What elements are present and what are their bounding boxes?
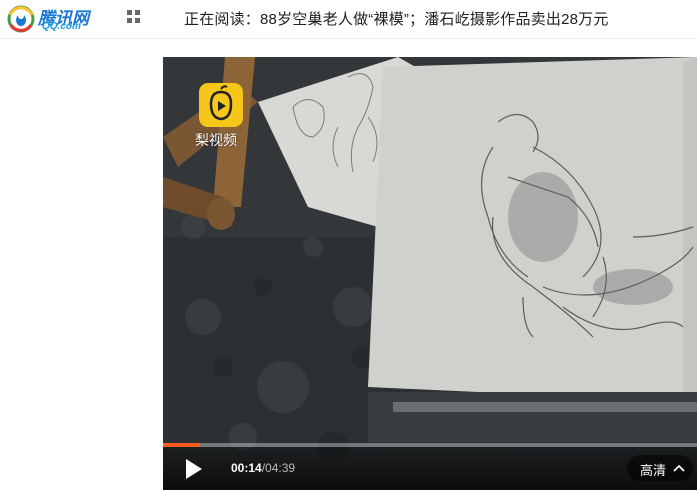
article-title: 88岁空巢老人做“裸模”；潘石屹摄影作品卖出28万元	[260, 11, 609, 28]
pear-play-icon	[209, 85, 233, 121]
quality-selector[interactable]: 高清	[627, 455, 693, 481]
time-display: 00:14/04:39	[231, 461, 295, 475]
watermark-badge	[199, 83, 243, 127]
chevron-up-icon	[673, 464, 685, 472]
video-player[interactable]: 梨视频 00:14/04:39 高清	[163, 57, 697, 490]
duration: 04:39	[265, 461, 296, 475]
qq-logo-icon	[7, 5, 35, 33]
grid-icon[interactable]	[127, 10, 141, 24]
control-bar: 00:14/04:39 高清	[163, 447, 697, 490]
logo-subtext: QQ.com	[42, 21, 81, 32]
quality-label: 高清	[640, 463, 667, 478]
top-bar: 腾讯网 QQ.com 正在阅读：88岁空巢老人做“裸模”；潘石屹摄影作品卖出28…	[0, 0, 697, 39]
now-reading[interactable]: 正在阅读：88岁空巢老人做“裸模”；潘石屹摄影作品卖出28万元	[184, 8, 609, 29]
current-time: 00:14	[231, 461, 262, 475]
pear-video-watermark: 梨视频	[195, 83, 255, 153]
watermark-text: 梨视频	[195, 132, 237, 148]
now-reading-label: 正在阅读：	[184, 11, 261, 28]
play-icon[interactable]	[181, 457, 205, 481]
site-logo[interactable]: 腾讯网 QQ.com	[6, 4, 106, 34]
